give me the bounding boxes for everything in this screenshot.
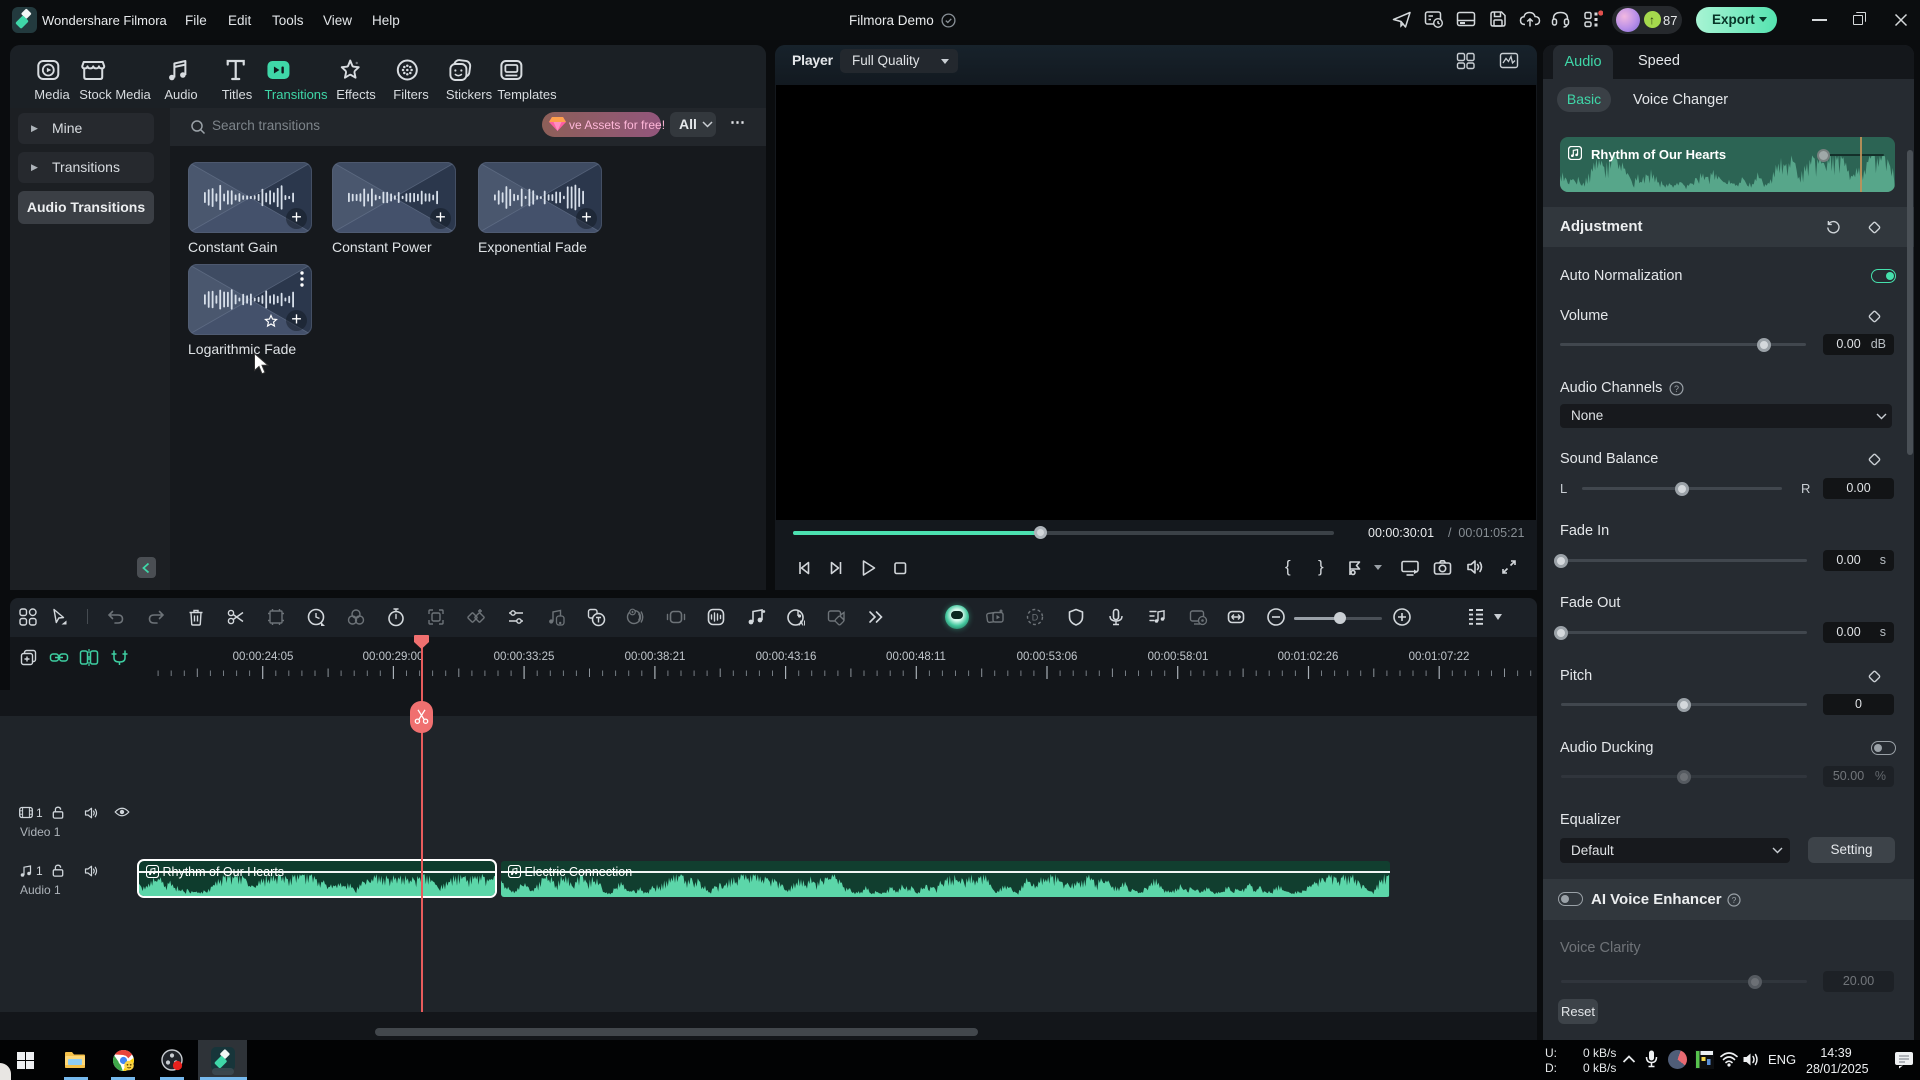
- svg-text:?: ?: [1732, 895, 1737, 905]
- svg-text:AI: AI: [799, 621, 806, 628]
- svg-text:?: ?: [1674, 384, 1679, 394]
- svg-text:D: D: [1032, 613, 1039, 623]
